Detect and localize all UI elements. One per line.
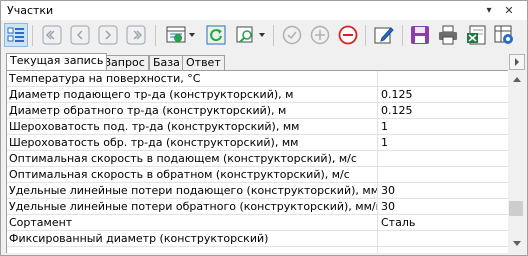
row-parameter: Оптимальная скорость в обратном (констру… — [9, 168, 350, 181]
apply-button[interactable] — [280, 23, 304, 47]
next-record-icon — [98, 25, 118, 45]
add-icon — [310, 25, 330, 45]
view-mode-dropdown-button[interactable] — [164, 23, 198, 47]
checkmark-icon — [282, 25, 302, 45]
tab-current-record[interactable]: Текущая запись — [6, 53, 108, 70]
toolbar-separator — [32, 25, 33, 46]
row-value[interactable] — [381, 168, 506, 182]
row-value[interactable] — [381, 232, 506, 246]
row-parameter: Фиксированный диаметр (конструкторский) — [9, 232, 269, 245]
table-row[interactable]: Шероховатость обр. тр-да (конструкторски… — [7, 135, 508, 151]
toolbar-separator — [273, 25, 274, 46]
edit-button[interactable] — [372, 23, 396, 47]
row-value[interactable] — [381, 72, 506, 86]
delete-icon — [338, 25, 358, 45]
last-record-button[interactable] — [124, 23, 148, 47]
chevron-down-icon: ▾ — [486, 5, 492, 16]
close-icon: ✕ — [504, 4, 514, 17]
find-icon — [236, 26, 265, 43]
next-record-button[interactable] — [96, 23, 120, 47]
pin-dropdown-button[interactable]: ▾ — [482, 4, 496, 17]
toggle-view-button[interactable] — [4, 23, 28, 47]
table-row[interactable]: Удельные линейные потери обратного (конс… — [7, 199, 508, 215]
table-row[interactable]: Шероховатость под. тр-да (конструкторски… — [7, 119, 508, 135]
save-icon — [411, 26, 429, 44]
property-grid: Температура на поверхности, °С Диаметр п… — [6, 70, 508, 253]
tab-response[interactable]: Ответ — [182, 55, 225, 70]
refresh-icon — [206, 25, 226, 45]
add-button[interactable] — [308, 23, 332, 47]
row-parameter: Удельные линейные потери подающего (конс… — [9, 184, 377, 197]
table-row[interactable]: Температура на поверхности, °С — [7, 71, 508, 87]
toolbar — [1, 20, 527, 51]
toolbar-separator — [365, 25, 366, 46]
scroll-down-button[interactable] — [508, 235, 525, 252]
tab-scroll-button[interactable] — [509, 54, 525, 70]
row-parameter: Диаметр обратного тр-да (конструкторский… — [9, 104, 287, 117]
excel-export-icon — [467, 25, 486, 45]
row-value[interactable]: 0.125 — [381, 88, 506, 102]
first-record-icon — [42, 25, 62, 45]
scroll-up-button[interactable] — [508, 70, 525, 87]
window-title: Участки — [7, 4, 54, 17]
row-parameter: Температура на поверхности, °С — [9, 72, 201, 85]
table-row[interactable]: Диаметр подающего тр-да (конструкторский… — [7, 87, 508, 103]
table-settings-button[interactable] — [492, 23, 516, 47]
chevron-right-icon — [515, 58, 519, 66]
toggle-view-icon — [7, 27, 24, 42]
previous-record-button[interactable] — [68, 23, 92, 47]
scrollbar-thumb[interactable] — [509, 201, 523, 216]
close-button[interactable]: ✕ — [502, 4, 516, 17]
refresh-button[interactable] — [204, 23, 228, 47]
row-value[interactable]: 1 — [381, 120, 506, 134]
excel-export-button[interactable] — [464, 23, 488, 47]
delete-button[interactable] — [336, 23, 360, 47]
table-row[interactable]: Оптимальная скорость в обратном (констру… — [7, 167, 508, 183]
print-button[interactable] — [436, 23, 460, 47]
row-value[interactable] — [381, 152, 506, 166]
table-settings-icon — [494, 25, 513, 44]
table-row[interactable]: Оптимальная скорость в подающем (констру… — [7, 151, 508, 167]
tab-strip: Текущая запись Запрос База Ответ — [1, 53, 527, 70]
table-row[interactable]: Сортамент Сталь — [7, 215, 508, 231]
last-record-icon — [126, 25, 146, 45]
tab-database[interactable]: База — [149, 55, 184, 70]
row-parameter: Шероховатость обр. тр-да (конструкторски… — [9, 136, 299, 149]
table-row[interactable]: Фиксированный диаметр (конструкторский) — [7, 231, 508, 247]
row-parameter: Сортамент — [9, 216, 73, 229]
row-parameter: Диаметр подающего тр-да (конструкторский… — [9, 88, 294, 101]
chevron-up-icon — [512, 76, 521, 82]
row-parameter: Шероховатость под. тр-да (конструкторски… — [9, 120, 300, 133]
previous-record-icon — [70, 25, 90, 45]
table-row[interactable]: Удельные линейные потери подающего (конс… — [7, 183, 508, 199]
title-bar: Участки ▾ ✕ — [1, 1, 527, 20]
row-value[interactable]: 30 — [381, 184, 506, 198]
table-row[interactable]: Диаметр обратного тр-да (конструкторский… — [7, 103, 508, 119]
save-button[interactable] — [408, 23, 432, 47]
chevron-down-icon — [512, 240, 521, 246]
vertical-scrollbar[interactable] — [508, 70, 525, 252]
find-dropdown-button[interactable] — [234, 23, 268, 47]
print-icon — [439, 25, 457, 45]
properties-window: Участки ▾ ✕ Текущая запись Запрос База О… — [0, 0, 528, 256]
row-value[interactable]: 1 — [381, 136, 506, 150]
toolbar-separator — [402, 25, 403, 46]
first-record-button[interactable] — [40, 23, 64, 47]
row-value[interactable]: 0.125 — [381, 104, 506, 118]
row-value[interactable]: Сталь — [381, 216, 506, 230]
row-parameter: Оптимальная скорость в подающем (констру… — [9, 152, 357, 165]
row-value[interactable]: 30 — [381, 200, 506, 214]
toolbar-separator — [155, 25, 156, 46]
edit-icon — [374, 27, 394, 44]
view-mode-icon — [166, 26, 195, 43]
row-parameter: Удельные линейные потери обратного (конс… — [9, 200, 377, 213]
